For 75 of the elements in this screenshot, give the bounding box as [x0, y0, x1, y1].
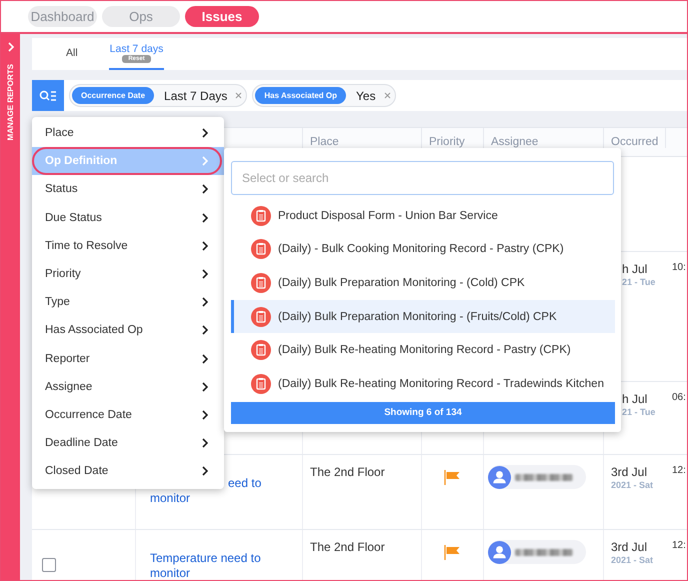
menu-item[interactable]: Type	[32, 288, 224, 316]
sidebar-label[interactable]: MANAGE REPORTS	[6, 64, 16, 140]
menu-item[interactable]: Has Associated Op	[32, 316, 224, 344]
date-text: 3rd Jul	[610, 465, 648, 479]
blurred-name	[515, 474, 573, 480]
chip-label: Has Associated Op	[255, 87, 346, 104]
chevron-right-icon[interactable]	[6, 42, 14, 52]
table-cell-text: The 2nd Floor	[309, 540, 386, 554]
chevron-right-icon	[202, 325, 208, 336]
option-item[interactable]: (Daily) Bulk Re-heating Monitoring Record - Pastry (CPK)	[231, 333, 615, 367]
menu-item[interactable]: Reporter	[32, 344, 224, 373]
close-icon[interactable]	[384, 92, 391, 99]
assignee-chip[interactable]	[488, 465, 586, 489]
avatar-icon	[488, 540, 511, 564]
chevron-right-icon	[202, 466, 208, 476]
date-text: h Jul	[621, 262, 648, 276]
menu-item[interactable]: Deadline Date	[32, 429, 224, 458]
issue-link[interactable]: Temperature need to monitor	[136, 551, 285, 580]
search-field[interactable]: Select or search	[231, 161, 614, 195]
chevron-right-icon	[202, 382, 208, 392]
chevron-right-icon	[202, 438, 208, 448]
menu-item[interactable]: Due Status	[32, 204, 224, 232]
time-text: 12:	[672, 465, 687, 476]
avatar-icon	[488, 466, 511, 488]
option-item[interactable]: (Daily) Bulk Preparation Monitoring - (Cold) CPK	[231, 266, 615, 300]
time-text: 06:	[672, 392, 687, 403]
time-text: 10:	[672, 262, 687, 273]
checkbox[interactable]	[42, 558, 56, 572]
close-icon[interactable]	[235, 92, 242, 99]
option-item[interactable]: (Daily) Bulk Re-heating Monitoring Record - Tradewinds Kitchen	[231, 366, 615, 401]
chevron-right-icon	[202, 128, 208, 138]
date-text: h Jul	[621, 392, 648, 406]
day-text: 21 - Tue	[621, 407, 656, 417]
filter-chip[interactable]: Occurrence Date Last 7 Days	[69, 84, 248, 107]
clipboard-icon	[251, 206, 271, 226]
search-list-icon	[39, 90, 57, 102]
chevron-right-icon	[202, 269, 208, 280]
chevron-right-icon	[202, 240, 208, 251]
chip-value: Yes	[356, 88, 376, 102]
menu-item[interactable]: Place	[32, 119, 224, 148]
clipboard-icon	[251, 374, 271, 394]
clipboard-icon	[251, 340, 271, 360]
menu-item[interactable]: Status	[32, 175, 224, 204]
chevron-right-icon	[202, 410, 208, 420]
chevron-right-icon	[202, 184, 208, 194]
filter-button[interactable]	[32, 80, 64, 111]
day-text: 2021 - Sat	[610, 555, 654, 565]
date-text: 3rd Jul	[610, 540, 648, 554]
day-text: 2021 - Sat	[610, 480, 654, 490]
time-text: 12:	[672, 540, 687, 551]
chevron-right-icon	[202, 156, 208, 166]
clipboard-icon	[251, 272, 271, 293]
chip-label: Occurrence Date	[72, 87, 154, 104]
filter-chip[interactable]: Has Associated Op Yes	[252, 84, 396, 107]
assignee-chip[interactable]	[488, 540, 586, 564]
chevron-right-icon	[202, 297, 208, 308]
option-item[interactable]: (Daily) - Bulk Cooking Monitoring Record - Pastry (CPK)	[231, 232, 615, 266]
clipboard-icon	[251, 306, 271, 327]
results-footer: Showing 6 of 134	[231, 402, 615, 424]
menu-item[interactable]: Occurrence Date	[32, 400, 224, 430]
menu-item[interactable]: Assignee	[32, 372, 224, 401]
chevron-right-icon	[202, 354, 208, 364]
chevron-right-icon	[202, 212, 208, 223]
option-item[interactable]: Product Disposal Form - Union Bar Service	[231, 199, 615, 233]
clipboard-icon	[251, 239, 271, 260]
nav-tab[interactable]: Issues	[185, 6, 259, 27]
table-cell-text: The 2nd Floor	[309, 465, 386, 479]
day-text: 21 - Tue	[621, 277, 656, 287]
menu-item[interactable]: Priority	[32, 260, 224, 288]
menu-item[interactable]: Time to Resolve	[32, 232, 224, 260]
chip-value: Last 7 Days	[164, 88, 228, 102]
option-item[interactable]: (Daily) Bulk Preparation Monitoring - (Fruits/Cold) CPK	[231, 300, 615, 334]
filter-tab[interactable]: All	[65, 38, 79, 70]
blurred-name	[515, 548, 573, 556]
menu-item[interactable]: Closed Date	[32, 457, 224, 486]
